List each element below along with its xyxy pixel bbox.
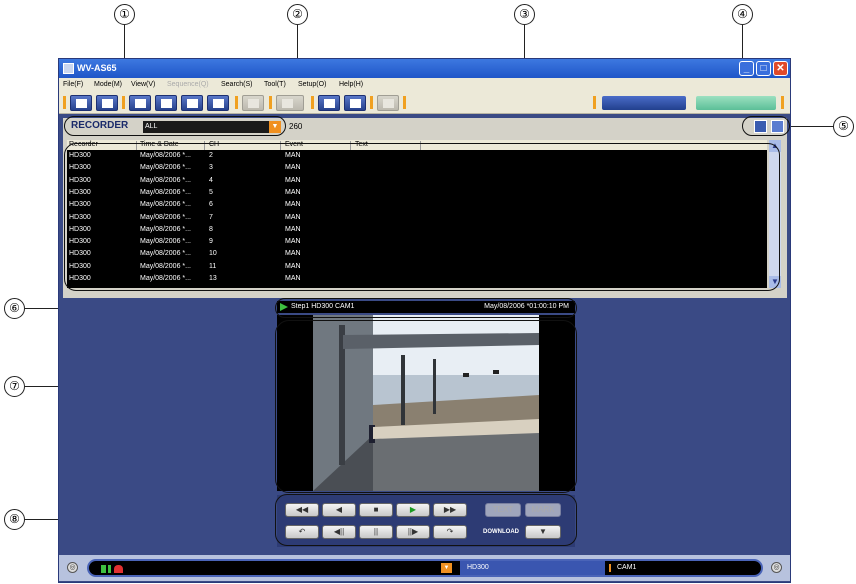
maximize-button[interactable]: □ [756,61,771,76]
callout-3: ③ [514,4,535,25]
menu-file[interactable]: File(F) [63,81,83,88]
alarm-button[interactable] [602,96,686,110]
toolbar-separator [311,96,314,109]
text-button [377,95,399,111]
separator-mark [609,564,611,572]
layout-16-button[interactable] [207,95,229,111]
nine-screen-icon [187,99,198,108]
recorder-outline [64,116,286,136]
status-display: ▼ HD300 CAM1 [87,559,763,577]
bottom-camera: CAM1 [617,564,637,571]
toolbar-separator [269,96,272,109]
record-count: 260 [289,122,303,131]
app-icon [63,63,74,74]
callout-1: ① [114,4,135,25]
single-screen-icon [135,99,146,108]
camera-icon [282,99,293,108]
menu-search[interactable]: Search(S) [221,81,253,88]
menu-help[interactable]: Help(H) [339,81,363,88]
menu-mode[interactable]: Mode(M) [94,81,122,88]
alarm-lamp-icon [114,565,123,573]
print-button[interactable] [344,95,366,111]
minimize-button[interactable]: _ [739,61,754,76]
toolbar-separator [403,96,406,109]
snapshot-button[interactable] [318,95,340,111]
signal-icon [101,565,106,573]
sequence-icon [248,99,259,108]
toolbar-separator [122,96,125,109]
menu-sequence: Sequence(Q) [167,81,209,88]
close-button[interactable]: ✕ [773,61,788,76]
callout-5-leader [790,126,833,127]
menu-bar: File(F) Mode(M) View(V) Sequence(Q) Sear… [59,78,790,92]
status-button[interactable] [696,96,776,110]
camera-control-button [276,95,304,111]
callout-5: ⑤ [833,116,854,137]
toolbar-separator [781,96,784,109]
menu-tool[interactable]: Tool(T) [264,81,286,88]
callout-8: ⑧ [4,509,25,530]
view-buttons-outline [742,116,790,136]
bottom-recorder: HD300 [467,564,489,571]
left-scroll-icon[interactable]: ◎ [67,562,78,573]
menu-setup[interactable]: Setup(O) [298,81,326,88]
callout-6: ⑥ [4,298,25,319]
toolbar [59,92,790,114]
window-title: WV-AS65 [77,63,117,73]
video-outline [275,320,577,493]
controls-outline [275,494,577,546]
toolbar-separator [593,96,596,109]
chevron-down-icon[interactable]: ▼ [441,563,452,573]
title-bar[interactable]: WV-AS65 _ □ ✕ [59,59,790,78]
toolbar-separator [235,96,238,109]
list-search-icon [102,99,113,108]
print-icon [350,99,361,108]
layout-1-button[interactable] [129,95,151,111]
playback-search-button[interactable] [96,95,118,111]
document-icon [383,99,394,108]
menu-view[interactable]: View(V) [131,81,155,88]
layout-4-button[interactable] [155,95,177,111]
sixteen-screen-icon [213,99,224,108]
status-bar: ◎ ▼ HD300 CAM1 ◎ [59,555,790,581]
table-outline [64,143,780,291]
callout-4: ④ [732,4,753,25]
toolbar-separator [63,96,66,109]
layout-9-button[interactable] [181,95,203,111]
snapshot-icon [324,99,335,108]
sequence-button [242,95,264,111]
quad-screen-icon [161,99,172,108]
signal-icon [108,565,111,573]
status-outline [275,298,577,318]
callout-2: ② [287,4,308,25]
right-scroll-icon[interactable]: ◎ [771,562,782,573]
callout-7: ⑦ [4,376,25,397]
live-search-button[interactable] [70,95,92,111]
toolbar-separator [370,96,373,109]
magnifier-icon [76,99,87,108]
